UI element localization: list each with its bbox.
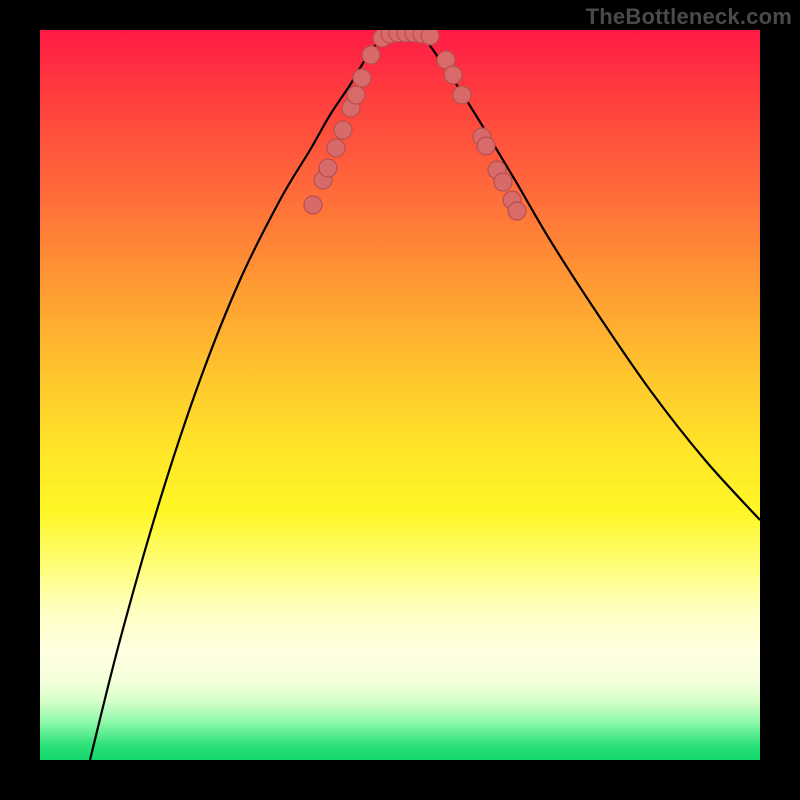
chart-svg [40, 30, 760, 760]
marker-dot [508, 202, 526, 220]
marker-dot [453, 86, 471, 104]
watermark-text: TheBottleneck.com [586, 4, 792, 30]
chart-container: TheBottleneck.com [0, 0, 800, 800]
marker-dot [444, 66, 462, 84]
marker-dot [477, 137, 495, 155]
marker-dot [319, 159, 337, 177]
marker-dot [362, 46, 380, 64]
marker-dot [421, 30, 439, 45]
plot-area [40, 30, 760, 760]
marker-dot [327, 139, 345, 157]
marker-dot [353, 69, 371, 87]
marker-dot [304, 196, 322, 214]
marker-dot [347, 86, 365, 104]
marker-group [304, 30, 526, 220]
marker-dot [494, 173, 512, 191]
v-curve-line [90, 31, 760, 760]
marker-dot [334, 121, 352, 139]
